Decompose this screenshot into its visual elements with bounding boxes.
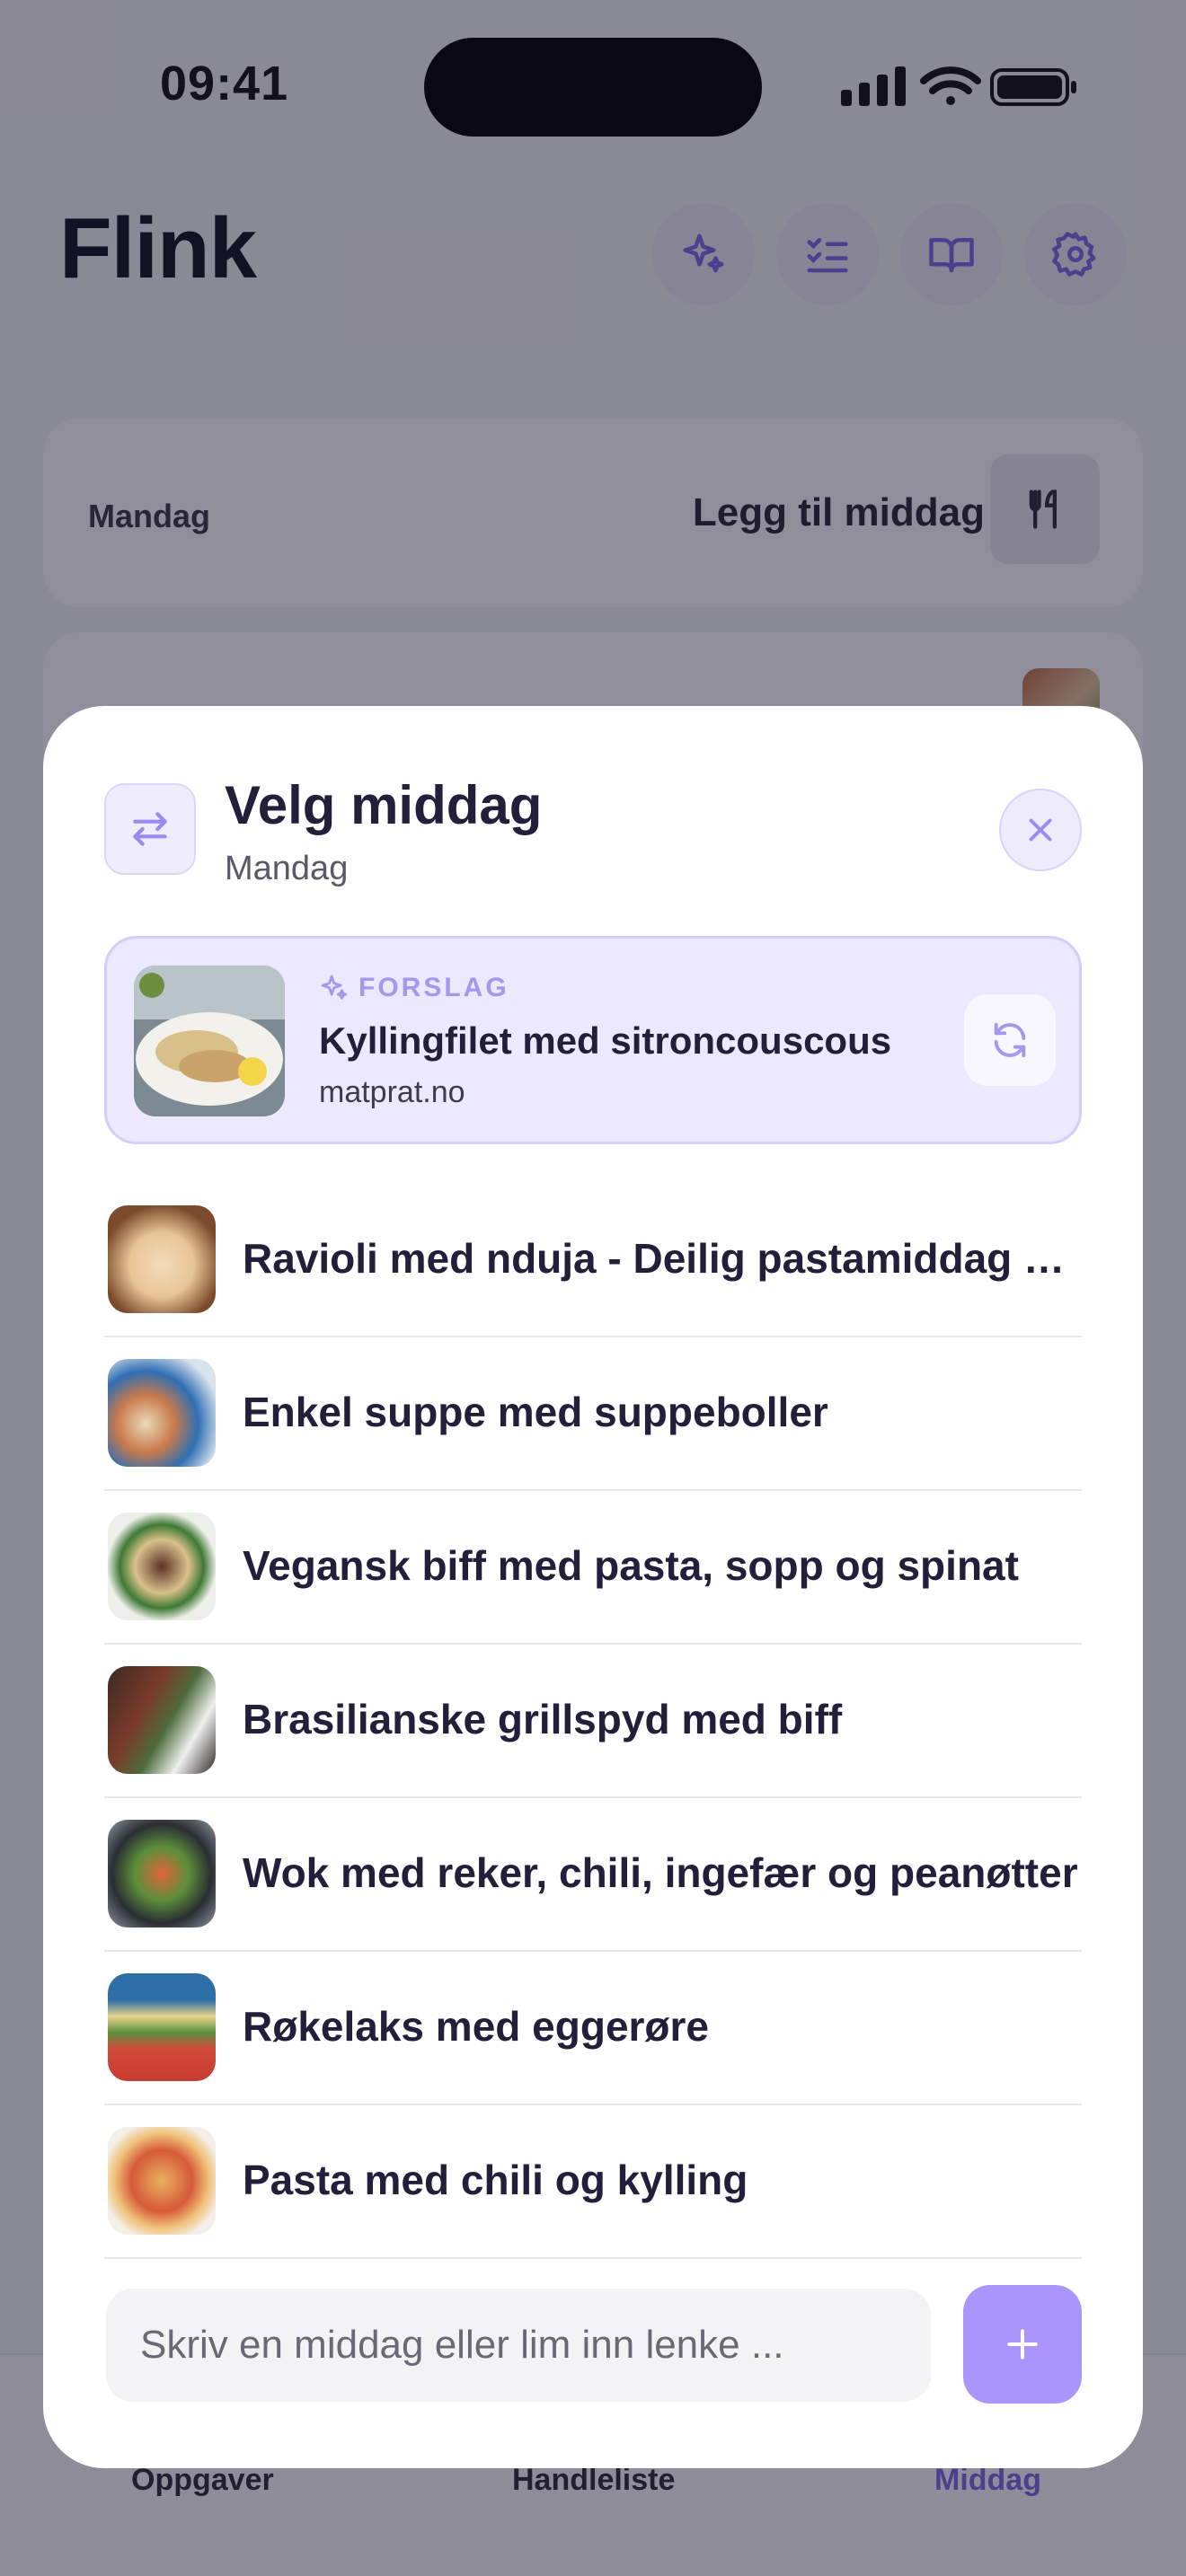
- suggestion-tag-label: FORSLAG: [358, 973, 509, 1002]
- choose-dinner-sheet: Velg middag Mandag FORSLAG Kyllingfilet …: [43, 706, 1143, 2468]
- recipe-thumbnail: [108, 2127, 216, 2235]
- swap-button[interactable]: [104, 783, 196, 875]
- list-item[interactable]: Røkelaks med eggerøre: [104, 1952, 1082, 2105]
- recipe-name: Pasta med chili og kylling: [243, 2157, 748, 2203]
- suggestion-tag: FORSLAG: [319, 973, 509, 1003]
- suggestion-card[interactable]: FORSLAG Kyllingfilet med sitroncouscous …: [104, 936, 1082, 1144]
- list-item[interactable]: Brasilianske grillspyd med biff: [104, 1645, 1082, 1798]
- dinner-input[interactable]: [106, 2289, 931, 2402]
- add-dinner-submit-button[interactable]: [963, 2285, 1082, 2404]
- refresh-suggestion-button[interactable]: [964, 994, 1056, 1086]
- recipe-name: Ravioli med nduja - Deilig pastamiddag p…: [243, 1235, 1078, 1282]
- recipe-thumbnail: [108, 1513, 216, 1620]
- recipe-thumbnail: [108, 1973, 216, 2081]
- recipe-name: Røkelaks med eggerøre: [243, 2003, 710, 2050]
- plus-icon: [1007, 2329, 1038, 2360]
- suggestion-image: [134, 966, 285, 1116]
- list-item[interactable]: Wok med reker, chili, ingefær og peanøtt…: [104, 1798, 1082, 1952]
- dinner-input-wrapper: [106, 2289, 931, 2402]
- list-item[interactable]: Pasta med chili og kylling: [104, 2105, 1082, 2259]
- close-button[interactable]: [999, 789, 1082, 871]
- recipe-name: Wok med reker, chili, ingefær og peanøtt…: [243, 1849, 1078, 1896]
- recipe-thumbnail: [108, 1205, 216, 1313]
- sheet-subtitle: Mandag: [225, 850, 349, 887]
- refresh-icon: [994, 1022, 1026, 1058]
- suggestion-source: matprat.no: [319, 1075, 465, 1109]
- recipe-list: Ravioli med nduja - Deilig pastamiddag p…: [104, 1184, 1082, 2259]
- list-item[interactable]: Vegansk biff med pasta, sopp og spinat: [104, 1491, 1082, 1645]
- list-item[interactable]: Enkel suppe med suppeboller: [104, 1337, 1082, 1491]
- list-item[interactable]: Ravioli med nduja - Deilig pastamiddag p…: [104, 1184, 1082, 1337]
- recipe-name: Vegansk biff med pasta, sopp og spinat: [243, 1542, 1019, 1589]
- recipe-thumbnail: [108, 1820, 216, 1928]
- recipe-thumbnail: [108, 1666, 216, 1774]
- swap-arrows-icon: [133, 812, 167, 846]
- suggestion-title: Kyllingfilet med sitroncouscous: [319, 1019, 892, 1062]
- recipe-thumbnail: [108, 1359, 216, 1467]
- sheet-title: Velg middag: [225, 775, 543, 835]
- recipe-name: Enkel suppe med suppeboller: [243, 1389, 828, 1435]
- sparkles-icon: [321, 975, 348, 1000]
- close-icon: [1029, 818, 1052, 842]
- recipe-name: Brasilianske grillspyd med biff: [243, 1696, 843, 1742]
